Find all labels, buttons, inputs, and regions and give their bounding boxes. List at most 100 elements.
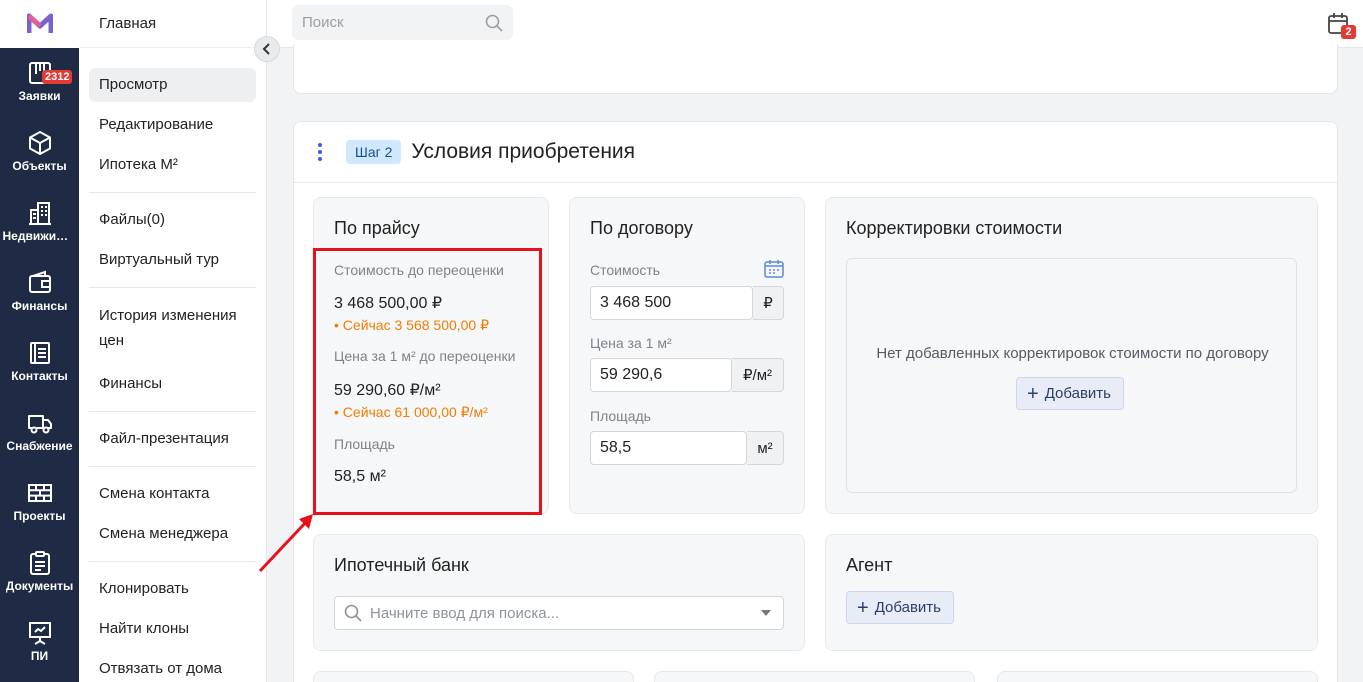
step-title: Условия приобретения bbox=[411, 140, 636, 163]
mortgage-bank-title: Ипотечный банк bbox=[334, 555, 469, 575]
adjustments-title: Корректировки стоимости bbox=[846, 218, 1063, 238]
price-per-m2-label: Цена за 1 м² до переоценки bbox=[334, 348, 516, 364]
rail-item-objects[interactable]: Объекты bbox=[0, 118, 79, 188]
rail-item-realty[interactable]: Недвижимость bbox=[0, 188, 79, 258]
adjustments-empty-box: Нет добавленных корректировок стоимости … bbox=[846, 258, 1297, 493]
rail-item-label: Документы bbox=[5, 579, 74, 593]
menu-item-view[interactable]: Просмотр bbox=[89, 68, 256, 102]
search-icon bbox=[344, 604, 362, 622]
menu-item-find-clones[interactable]: Найти клоны bbox=[89, 612, 256, 646]
menu-item-change-manager[interactable]: Смена менеджера bbox=[89, 517, 256, 551]
app-logo[interactable] bbox=[0, 0, 79, 48]
price-per-m2-value: 59 290,60 ₽/м² bbox=[334, 382, 441, 399]
truck-icon bbox=[27, 415, 52, 434]
price-cost-now: • Сейчас 3 568 500,00 ₽ bbox=[334, 317, 490, 333]
price-list-title: По прайсу bbox=[334, 218, 420, 238]
menu-item-files[interactable]: Файлы(0) bbox=[89, 203, 256, 237]
collapse-menu-button[interactable] bbox=[254, 36, 280, 62]
app-rail: 2312 Заявки Объекты Недвижимость Финансы… bbox=[0, 0, 79, 682]
rail-item-label: Финансы bbox=[11, 299, 68, 313]
contract-cost-label: Стоимость bbox=[590, 262, 661, 278]
contract-area-label: Площадь bbox=[590, 408, 651, 424]
contract-per-m2-label: Цена за 1 м² bbox=[590, 335, 672, 351]
menu-item-unlink-house[interactable]: Отвязать от дома bbox=[89, 652, 256, 682]
previous-step-card bbox=[293, 44, 1338, 94]
chevron-left-icon bbox=[262, 43, 270, 55]
add-agent-button[interactable]: + Добавить bbox=[846, 591, 954, 624]
bank-search-select[interactable]: Начните ввод для поиска... bbox=[334, 596, 784, 630]
top-bar: Поиск 2 bbox=[267, 0, 1363, 48]
logo-icon bbox=[26, 13, 53, 33]
price-cost-label: Стоимость до переоценки bbox=[334, 262, 504, 278]
bottom-panel-2 bbox=[654, 671, 975, 682]
building-icon bbox=[28, 202, 51, 225]
menu-item-virtual-tour[interactable]: Виртуальный тур bbox=[89, 243, 256, 277]
contacts-icon bbox=[29, 342, 50, 364]
rail-item-label: Проекты bbox=[13, 509, 66, 523]
contract-per-m2-unit: ₽/м² bbox=[732, 358, 784, 392]
menu-item-mortgage[interactable]: Ипотека М² bbox=[89, 148, 256, 182]
rail-item-contacts[interactable]: Контакты bbox=[0, 328, 79, 398]
contract-per-m2-input[interactable]: 59 290,6 bbox=[590, 358, 732, 392]
rail-item-finance[interactable]: Финансы bbox=[0, 258, 79, 328]
rail-item-documents[interactable]: Документы bbox=[0, 538, 79, 608]
bottom-panel-3 bbox=[997, 671, 1318, 682]
rail-item-label: Недвижимость bbox=[2, 229, 77, 243]
agent-title: Агент bbox=[846, 555, 893, 575]
search-bar[interactable]: Поиск bbox=[292, 5, 513, 40]
rail-item-label: ПИ bbox=[30, 649, 49, 663]
step-header: Шаг 2 Условия приобретения bbox=[294, 122, 1337, 183]
rail-item-label: Снабжение bbox=[6, 439, 73, 453]
adjustments-empty-text: Нет добавленных корректировок стоимости … bbox=[876, 345, 1269, 362]
rail-item-label: Заявки bbox=[18, 89, 61, 103]
rail-item-projects[interactable]: Проекты bbox=[0, 468, 79, 538]
price-list-panel: По прайсу Стоимость до переоценки 3 468 … bbox=[313, 197, 549, 514]
price-cost-value: 3 468 500,00 ₽ bbox=[334, 295, 443, 312]
rail-item-label: Объекты bbox=[12, 159, 67, 173]
more-options-icon[interactable] bbox=[312, 143, 328, 161]
contract-panel: По договору Стоимость 3 468 500 ₽ Цена з… bbox=[569, 197, 805, 514]
rail-item-supply[interactable]: Снабжение bbox=[0, 398, 79, 468]
menu-item-edit[interactable]: Редактирование bbox=[89, 108, 256, 142]
rail-item-requests[interactable]: 2312 Заявки bbox=[0, 48, 79, 118]
plus-icon: + bbox=[1027, 382, 1039, 405]
contract-area-unit: м² bbox=[747, 431, 784, 465]
search-icon bbox=[485, 14, 503, 32]
menu-home[interactable]: Главная bbox=[79, 0, 266, 48]
calendar-badge: 2 bbox=[1341, 25, 1356, 39]
wallet-icon bbox=[28, 270, 51, 293]
rail-item-label: Контакты bbox=[11, 369, 68, 383]
add-adjustment-label: Добавить bbox=[1044, 385, 1111, 402]
bank-search-input[interactable]: Начните ввод для поиска... bbox=[370, 605, 761, 622]
agent-panel: Агент + Добавить bbox=[825, 534, 1318, 651]
price-area-value: 58,5 м² bbox=[334, 468, 386, 485]
chevron-down-icon bbox=[761, 610, 771, 616]
bottom-panel-1 bbox=[313, 671, 634, 682]
adjustments-panel: Корректировки стоимости Нет добавленных … bbox=[825, 197, 1318, 514]
menu-item-finance[interactable]: Финансы bbox=[89, 367, 256, 401]
search-input[interactable]: Поиск bbox=[302, 14, 485, 31]
menu-item-presentation-file[interactable]: Файл-презентация bbox=[89, 422, 256, 456]
contract-cost-input[interactable]: 3 468 500 bbox=[590, 286, 753, 320]
add-adjustment-button[interactable]: + Добавить bbox=[1016, 377, 1124, 410]
menu-item-price-history[interactable]: История изменения цен bbox=[89, 303, 256, 353]
calendar-icon[interactable] bbox=[764, 260, 784, 278]
price-per-m2-now: • Сейчас 61 000,00 ₽/м² bbox=[334, 404, 488, 420]
contract-area-input[interactable]: 58,5 bbox=[590, 431, 747, 465]
contract-title: По договору bbox=[590, 218, 693, 238]
presentation-icon bbox=[28, 622, 51, 645]
secondary-menu: Главная Просмотр Редактирование Ипотека … bbox=[79, 0, 267, 682]
bricks-icon bbox=[27, 484, 52, 502]
requests-badge: 2312 bbox=[42, 70, 73, 84]
menu-item-clone[interactable]: Клонировать bbox=[89, 572, 256, 606]
rail-item-pi[interactable]: ПИ bbox=[0, 608, 79, 678]
step-badge: Шаг 2 bbox=[346, 140, 402, 164]
contract-cost-unit: ₽ bbox=[753, 286, 784, 320]
menu-item-change-contact[interactable]: Смена контакта bbox=[89, 477, 256, 511]
mortgage-bank-panel: Ипотечный банк Начните ввод для поиска..… bbox=[313, 534, 805, 651]
cube-icon bbox=[28, 131, 51, 155]
plus-icon: + bbox=[857, 596, 869, 619]
price-area-label: Площадь bbox=[334, 436, 395, 452]
annotation-arrow-icon bbox=[258, 514, 313, 573]
clipboard-icon bbox=[29, 551, 50, 575]
